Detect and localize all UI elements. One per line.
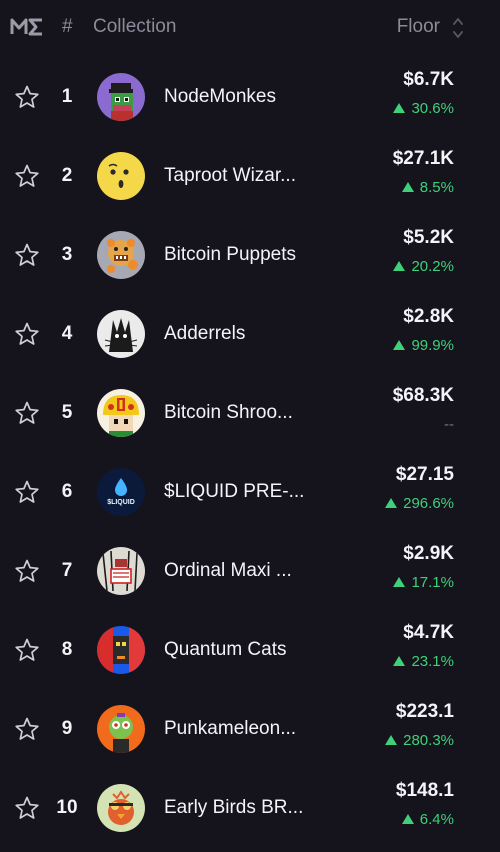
floor-change: 30.6%	[393, 100, 454, 117]
rank-number: 1	[61, 86, 73, 107]
adderrels-avatar[interactable]	[97, 310, 145, 358]
star-icon[interactable]	[14, 795, 40, 821]
star-icon[interactable]	[14, 400, 40, 426]
star-icon[interactable]	[14, 163, 40, 189]
rank-number: 3	[61, 244, 73, 265]
collection-row[interactable]: 6 $LIQUID $LIQUID PRE-... $27.15 296.6%	[0, 453, 500, 532]
up-arrow-icon	[385, 735, 398, 745]
star-icon[interactable]	[14, 558, 40, 584]
liquid-avatar[interactable]: $LIQUID	[97, 468, 145, 516]
floor-change: 6.4%	[401, 811, 454, 828]
collection-name[interactable]: $LIQUID PRE-...	[164, 481, 324, 503]
floor-change: 99.9%	[393, 337, 454, 354]
rank-number: 8	[61, 639, 73, 660]
bitcoin-shrooms-avatar[interactable]	[97, 389, 145, 437]
quantum-cats-avatar[interactable]	[97, 626, 145, 674]
ordinal-maxi-avatar[interactable]	[97, 547, 145, 595]
collection-row[interactable]: 1 NodeMonkes $6.7K 30.6%	[0, 58, 500, 137]
collection-column-header: Collection	[93, 16, 177, 37]
collection-row[interactable]: 4 Adderrels $2.8K 99.9%	[0, 295, 500, 374]
collection-name[interactable]: Bitcoin Shroo...	[164, 402, 324, 424]
floor-price: $2.8K	[403, 306, 454, 327]
rank-number: 10	[56, 797, 78, 818]
rank-column-header: #	[62, 16, 73, 37]
rank-number: 9	[61, 718, 73, 739]
star-icon[interactable]	[14, 84, 40, 110]
star-icon[interactable]	[14, 716, 40, 742]
collection-name[interactable]: Taproot Wizar...	[164, 165, 324, 187]
collection-row[interactable]: 5 Bitcoin Shroo... $68.3K --	[0, 374, 500, 453]
collection-row[interactable]: 3 Bitcoin Puppets $5.2K 20.2%	[0, 216, 500, 295]
nodemonkes-avatar[interactable]	[97, 73, 145, 121]
floor-change: --	[444, 416, 454, 433]
early-birds-avatar[interactable]	[97, 784, 145, 832]
sort-icon[interactable]	[452, 15, 464, 41]
collection-row[interactable]: 7 Ordinal Maxi ... $2.9K 17.1%	[0, 532, 500, 611]
floor-price: $5.2K	[403, 227, 454, 248]
bitcoin-puppets-avatar[interactable]	[97, 231, 145, 279]
up-arrow-icon	[401, 814, 414, 824]
collection-row[interactable]: 8 Quantum Cats $4.7K 23.1%	[0, 611, 500, 690]
floor-change: 8.5%	[401, 179, 454, 196]
punkameleons-avatar[interactable]	[97, 705, 145, 753]
floor-column-header[interactable]: Floor	[397, 16, 440, 38]
up-arrow-icon	[385, 498, 398, 508]
up-arrow-icon	[393, 577, 406, 587]
floor-price: $2.9K	[403, 543, 454, 564]
floor-price: $4.7K	[403, 622, 454, 643]
up-arrow-icon	[393, 340, 406, 350]
magic-eden-logo-icon[interactable]	[10, 16, 44, 38]
floor-change: 23.1%	[393, 653, 454, 670]
collection-name[interactable]: Punkameleon...	[164, 718, 324, 740]
collection-name[interactable]: Bitcoin Puppets	[164, 244, 324, 266]
table-header: # Collection Floor	[0, 0, 500, 56]
floor-price: $223.1	[395, 701, 454, 722]
collection-name[interactable]: Ordinal Maxi ...	[164, 560, 324, 582]
star-icon[interactable]	[14, 479, 40, 505]
svg-text:$LIQUID: $LIQUID	[107, 499, 135, 506]
rank-number: 2	[61, 165, 73, 186]
collection-name[interactable]: Early Birds BR...	[164, 797, 324, 819]
rank-number: 7	[61, 560, 73, 581]
collection-row[interactable]: 10 Early Birds BR... $148.1 6.4%	[0, 769, 500, 848]
star-icon[interactable]	[14, 242, 40, 268]
rank-number: 6	[61, 481, 73, 502]
floor-change: 17.1%	[393, 574, 454, 591]
rank-number: 5	[61, 402, 73, 423]
collection-name[interactable]: NodeMonkes	[164, 86, 324, 108]
floor-price: $68.3K	[392, 385, 454, 406]
up-arrow-icon	[401, 182, 414, 192]
up-arrow-icon	[393, 261, 406, 271]
up-arrow-icon	[393, 103, 406, 113]
floor-change: 20.2%	[393, 258, 454, 275]
floor-price: $148.1	[395, 780, 454, 801]
floor-price: $6.7K	[403, 69, 454, 90]
rank-number: 4	[61, 323, 73, 344]
floor-price: $27.1K	[392, 148, 454, 169]
floor-price: $27.15	[395, 464, 454, 485]
collection-row[interactable]: 9 Punkameleon... $223.1 280.3%	[0, 690, 500, 769]
floor-change: 296.6%	[385, 495, 454, 512]
star-icon[interactable]	[14, 321, 40, 347]
floor-change: 280.3%	[385, 732, 454, 749]
taproot-wizards-avatar[interactable]	[97, 152, 145, 200]
collection-name[interactable]: Adderrels	[164, 323, 324, 345]
collection-row[interactable]: 2 Taproot Wizar... $27.1K 8.5%	[0, 137, 500, 216]
collection-name[interactable]: Quantum Cats	[164, 639, 324, 661]
up-arrow-icon	[393, 656, 406, 666]
star-icon[interactable]	[14, 637, 40, 663]
